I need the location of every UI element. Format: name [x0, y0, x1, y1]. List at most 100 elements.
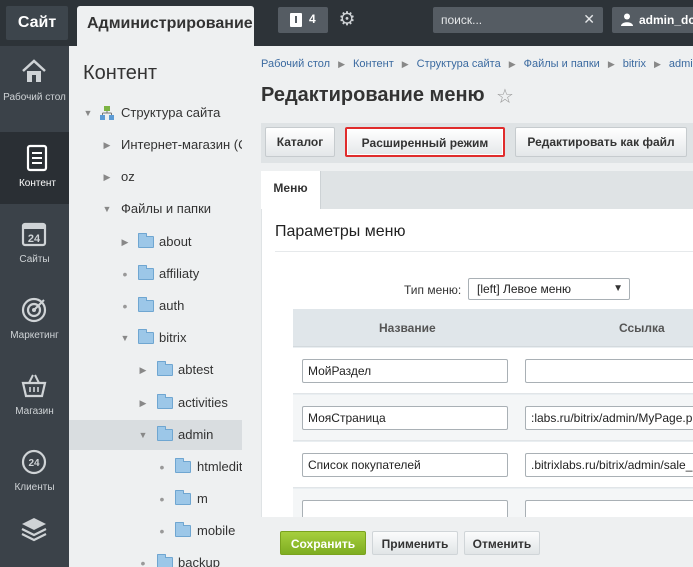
folder-icon [138, 233, 154, 248]
breadcrumb-link[interactable]: admin [669, 58, 693, 70]
tree-item-label: oz [121, 169, 135, 184]
folder-icon [157, 554, 173, 567]
tree-item-site-structure[interactable]: ▼ Структура сайта [69, 98, 242, 128]
tree-item-label: abtest [178, 362, 214, 377]
notifications-button[interactable]: 4 [278, 7, 328, 33]
expanded-arrow-icon[interactable]: ▼ [138, 420, 148, 450]
tree-item-auth[interactable]: • auth [69, 291, 242, 321]
site-structure-icon [100, 106, 114, 120]
expanded-arrow-icon[interactable]: ▼ [102, 194, 112, 224]
item-name-input[interactable]: МойРаздел [302, 359, 508, 383]
nav-item-layers[interactable] [0, 502, 69, 567]
breadcrumb-separator-icon: ▶ [653, 59, 661, 69]
breadcrumb-separator-icon: ▶ [607, 59, 615, 69]
save-button[interactable]: Сохранить [280, 531, 366, 555]
column-header-link: Ссылка [619, 321, 665, 335]
tree-item-about[interactable]: ▶ about [69, 227, 242, 257]
nav-item-shop[interactable]: Магазин [0, 360, 69, 432]
menu-type-value: [left] Левое меню [477, 282, 572, 296]
table-row: Список покупателей .bitrixlabs.ru/bitrix… [293, 442, 693, 488]
clear-search-icon[interactable]: ✕ [583, 11, 595, 28]
tree-item-files-folders[interactable]: ▼ Файлы и папки [69, 194, 242, 224]
collapsed-arrow-icon[interactable]: ▶ [102, 130, 112, 160]
folder-icon [138, 297, 154, 312]
tab-menu[interactable]: Меню [261, 171, 321, 209]
nav-item-clients[interactable]: 24 Клиенты [0, 436, 69, 508]
advanced-mode-button[interactable]: Расширенный режим [345, 127, 505, 157]
collapsed-arrow-icon[interactable]: ▶ [138, 355, 148, 385]
nav-item-desktop[interactable]: Рабочий стол [0, 46, 69, 118]
breadcrumb-link[interactable]: Структура сайта [417, 58, 501, 70]
search-input[interactable] [433, 7, 575, 33]
layers-icon [21, 518, 47, 542]
expanded-arrow-icon[interactable]: ▼ [120, 323, 130, 353]
tree-item-label: htmledit [197, 459, 242, 474]
tree-title: Контент [83, 62, 158, 84]
home-icon [22, 59, 46, 82]
breadcrumb-link[interactable]: bitrix [623, 58, 646, 70]
nav-label: Сайты [19, 254, 50, 265]
chevron-down-icon: ▼ [613, 283, 623, 294]
notification-icon [290, 13, 302, 27]
tree-item-label: Интернет-магазин (С [121, 137, 242, 152]
tree-item-label: backup [178, 555, 220, 567]
menu-params-panel: Параметры меню Тип меню: [left] Левое ме… [261, 209, 693, 567]
admin-tab[interactable]: Администрирование [77, 6, 254, 46]
breadcrumb-link[interactable]: Контент [353, 58, 394, 70]
page-title: Редактирование меню [261, 84, 485, 106]
panel-title: Параметры меню [275, 223, 406, 240]
tree-item-oz[interactable]: ▶ oz [69, 162, 242, 192]
folder-icon [175, 458, 191, 473]
collapsed-arrow-icon[interactable]: ▶ [138, 388, 148, 418]
calendar-icon: 24 [21, 222, 47, 247]
divider [275, 251, 693, 252]
item-name-input[interactable]: МояСтраница [302, 406, 508, 430]
apply-button[interactable]: Применить [372, 531, 458, 555]
document-icon [26, 144, 48, 172]
star-icon[interactable]: ☆ [496, 84, 514, 109]
menu-type-select[interactable]: [left] Левое меню ▼ [468, 278, 630, 300]
tree-item-htmledit[interactable]: • htmledit [69, 452, 242, 482]
collapsed-arrow-icon[interactable]: ▶ [102, 162, 112, 192]
tree-item-affiliaty[interactable]: • affiliaty [69, 259, 242, 289]
tree-item-m[interactable]: • m [69, 484, 242, 514]
tree-item-mobile[interactable]: • mobile [69, 516, 242, 546]
expanded-arrow-icon[interactable]: ▼ [83, 98, 93, 128]
tree-item-admin[interactable]: ▼ admin [69, 420, 242, 450]
breadcrumb: Рабочий стол ▶ Контент ▶ Структура сайта ▶ Фай… [261, 58, 693, 70]
tree-item-eshop[interactable]: ▶ Интернет-магазин (С [69, 130, 242, 160]
item-link-input[interactable]: .bitrixlabs.ru/bitrix/admin/sale_buyers.… [525, 453, 693, 477]
user-icon [621, 13, 633, 26]
nav-item-content[interactable]: Контент [0, 132, 69, 204]
user-name: admin_dc [639, 13, 693, 27]
catalog-button[interactable]: Каталог [265, 127, 335, 157]
item-name-input[interactable]: Список покупателей [302, 453, 508, 477]
nav-item-sites[interactable]: 24 Сайты [0, 208, 69, 280]
leaf-dot-icon: • [159, 491, 165, 507]
nav-item-marketing[interactable]: Маркетинг [0, 284, 69, 356]
table-header: Название Ссылка [293, 309, 693, 347]
tree-item-bitrix[interactable]: ▼ bitrix [69, 323, 242, 353]
tree-item-backup[interactable]: • backup [69, 548, 242, 567]
tree-item-abtest[interactable]: ▶ abtest [69, 355, 242, 385]
cancel-button[interactable]: Отменить [464, 531, 540, 555]
menu-type-label: Тип меню: [404, 283, 462, 297]
site-button[interactable]: Сайт [6, 6, 68, 40]
collapsed-arrow-icon[interactable]: ▶ [120, 227, 130, 257]
user-button[interactable]: admin_dc [612, 7, 693, 33]
folder-icon [138, 265, 154, 280]
folder-icon [157, 361, 173, 376]
breadcrumb-link[interactable]: Рабочий стол [261, 58, 330, 70]
tab-strip: Меню [261, 171, 693, 209]
nav-label: Маркетинг [10, 330, 59, 341]
item-link-input[interactable]: :labs.ru/bitrix/admin/MyPage.php [525, 406, 693, 430]
tree-item-label: bitrix [159, 330, 187, 345]
svg-text:24: 24 [28, 233, 41, 245]
gear-icon[interactable]: ⚙ [336, 9, 358, 31]
edit-as-file-button[interactable]: Редактировать как файл [515, 127, 687, 157]
table-row: МояСтраница :labs.ru/bitrix/admin/MyPage… [293, 395, 693, 441]
tree-item-activities[interactable]: ▶ activities [69, 388, 242, 418]
item-link-input[interactable] [525, 359, 693, 383]
leaf-dot-icon: • [140, 555, 146, 567]
breadcrumb-link[interactable]: Файлы и папки [524, 58, 600, 70]
